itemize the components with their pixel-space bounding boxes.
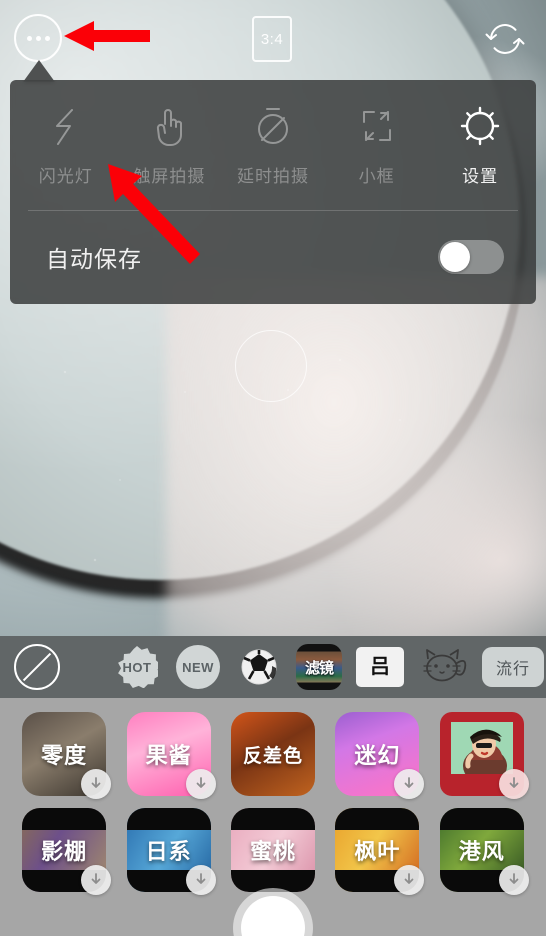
- filter-item[interactable]: 影棚: [22, 808, 112, 895]
- filter-collection-label: 滤镜: [304, 659, 334, 677]
- panel-caret: [23, 60, 55, 82]
- autosave-toggle[interactable]: [438, 240, 504, 274]
- filter-item[interactable]: 港风: [439, 808, 529, 895]
- filter-row-1: 零度 果酱 反差色 迷幻: [0, 712, 546, 799]
- camera-app-screen: 3:4 闪光灯 触屏拍摄 延时拍摄 小框 设置 自动保存 HOT NEW 滤镜 …: [0, 0, 546, 936]
- focus-ring: [235, 330, 307, 402]
- filter-name: 零度: [41, 743, 88, 768]
- photo-preview: [450, 722, 514, 774]
- hot-category-badge[interactable]: HOT: [118, 646, 158, 688]
- dot-icon: [35, 35, 41, 41]
- flash-icon: [46, 104, 86, 148]
- filter-item[interactable]: 迷幻: [335, 712, 425, 799]
- aspect-ratio-label: 3:4: [260, 30, 284, 48]
- small-frame-label: 小框: [358, 166, 395, 186]
- dot-icon: [26, 35, 32, 41]
- hot-label: HOT: [122, 659, 152, 675]
- more-options-button[interactable]: [14, 14, 62, 62]
- autosave-row[interactable]: 自动保存: [10, 211, 536, 303]
- settings-option[interactable]: 设置: [428, 104, 532, 187]
- touch-shoot-option[interactable]: 触屏拍摄: [118, 104, 222, 187]
- flash-option[interactable]: 闪光灯: [14, 104, 118, 187]
- soccer-ball-icon[interactable]: [236, 644, 282, 690]
- filter-thumbnail: 反差色: [230, 712, 315, 796]
- download-icon[interactable]: [394, 769, 425, 799]
- tab-popular-label: 流行: [496, 661, 531, 678]
- download-icon[interactable]: [394, 865, 425, 895]
- filter-name: 蜜桃: [249, 839, 296, 864]
- filter-name: 日系: [145, 839, 192, 864]
- timer-option[interactable]: 延时拍摄: [221, 104, 325, 187]
- filter-item[interactable]: 蜜桃: [230, 808, 315, 892]
- download-icon[interactable]: [81, 769, 112, 799]
- filter-item[interactable]: 枫叶: [335, 808, 425, 895]
- cat-sticker-icon[interactable]: [418, 645, 470, 689]
- filter-item[interactable]: [439, 712, 529, 799]
- settings-label: 设置: [462, 166, 499, 186]
- small-frame-option[interactable]: 小框: [325, 104, 429, 187]
- filter-name: 港风: [458, 839, 505, 864]
- switch-camera-icon[interactable]: [482, 16, 528, 62]
- filter-item[interactable]: 日系: [126, 808, 216, 895]
- download-icon[interactable]: [498, 769, 529, 799]
- lv-collection-label: 吕: [370, 656, 390, 678]
- dot-icon: [44, 35, 50, 41]
- filter-category-bar: HOT NEW 滤镜 吕 流行: [0, 636, 546, 698]
- filter-name: 果酱: [145, 743, 192, 768]
- crop-frame-icon: [356, 104, 398, 148]
- toggle-knob: [440, 242, 470, 272]
- download-icon[interactable]: [185, 769, 216, 799]
- filter-item[interactable]: 零度: [22, 712, 112, 799]
- filter-item[interactable]: 反差色: [230, 712, 315, 796]
- aspect-ratio-button[interactable]: 3:4: [252, 16, 292, 62]
- download-icon[interactable]: [81, 865, 112, 895]
- filter-name: 迷幻: [354, 743, 401, 768]
- filter-row-2: 影棚 日系 蜜桃 枫叶 港风: [0, 808, 546, 895]
- touch-shoot-label: 触屏拍摄: [133, 166, 206, 186]
- new-category-badge[interactable]: NEW: [176, 645, 220, 689]
- timer-label: 延时拍摄: [236, 166, 309, 186]
- shutter-inner: [241, 896, 305, 936]
- flash-label: 闪光灯: [38, 166, 93, 186]
- download-icon[interactable]: [498, 865, 529, 895]
- gear-icon: [458, 104, 502, 148]
- download-icon[interactable]: [185, 865, 216, 895]
- filter-name: 枫叶: [354, 839, 401, 864]
- timer-off-icon: [252, 104, 294, 148]
- options-panel: 闪光灯 触屏拍摄 延时拍摄 小框 设置 自动保存: [10, 80, 536, 304]
- tab-popular[interactable]: 流行: [482, 647, 545, 687]
- autosave-label: 自动保存: [46, 246, 142, 272]
- filter-thumbnail: 蜜桃: [230, 808, 315, 892]
- new-label: NEW: [182, 659, 214, 675]
- top-toolbar: 3:4: [0, 0, 546, 76]
- filter-name: 反差色: [242, 745, 303, 767]
- panel-icon-row: 闪光灯 触屏拍摄 延时拍摄 小框 设置: [10, 80, 536, 210]
- filter-collection-tile[interactable]: 滤镜: [296, 644, 342, 690]
- filter-item[interactable]: 果酱: [126, 712, 216, 799]
- filter-name: 影棚: [41, 839, 88, 864]
- lv-collection-tile[interactable]: 吕: [356, 647, 404, 687]
- touch-hand-icon: [149, 104, 189, 148]
- no-filter-icon[interactable]: [14, 644, 60, 690]
